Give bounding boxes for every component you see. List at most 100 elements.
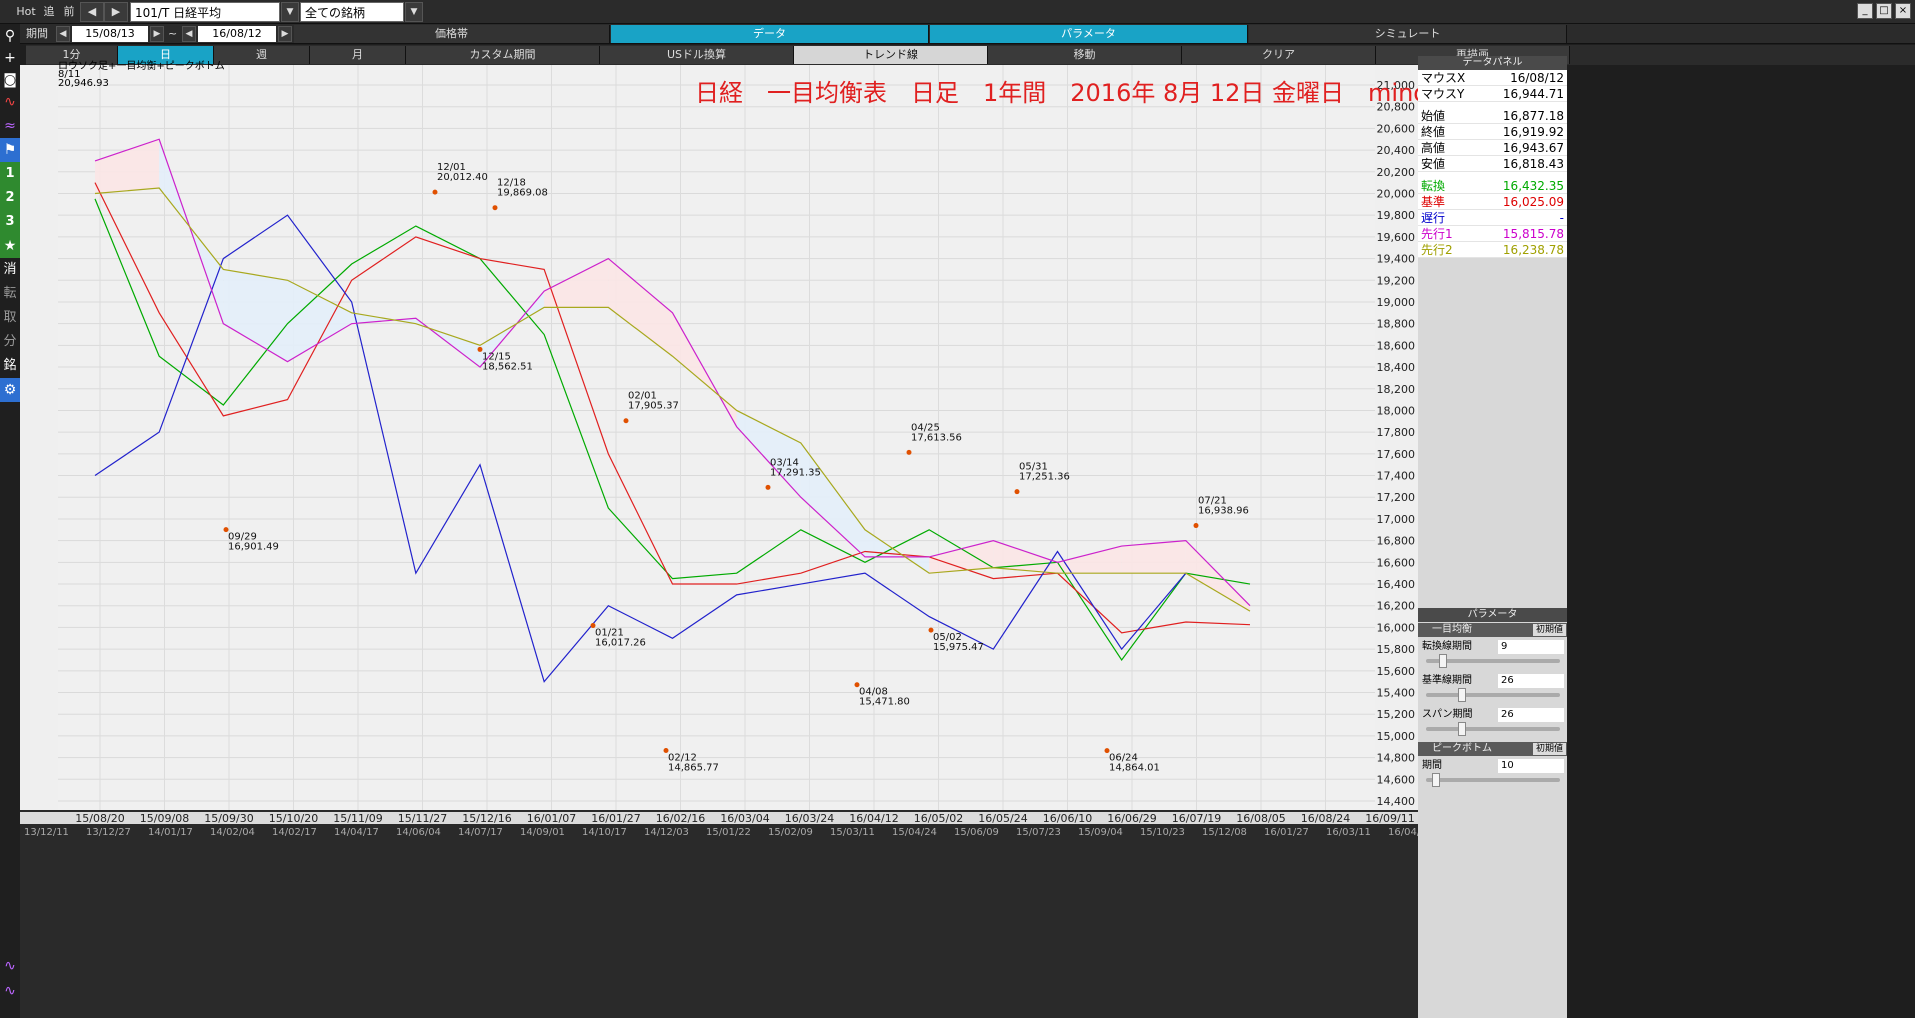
y-tick-label: 17,000 bbox=[1377, 513, 1416, 526]
data-panel: マウスX 16/08/12 マウスY 16,944.71 始値 16,877.18 終値 16… bbox=[1418, 70, 1567, 258]
chart-area[interactable]: 12/01 20,012.40 12/18 19,869.08 12/15 18,562.… bbox=[20, 61, 1480, 1018]
back-arrow-icon[interactable]: ◀ bbox=[80, 2, 104, 22]
universe-field[interactable]: 全ての銘柄 bbox=[300, 2, 404, 22]
kijun-label: 基準線期間 bbox=[1422, 675, 1472, 686]
kijun-slider-knob[interactable] bbox=[1457, 688, 1466, 702]
ichimoku-reset-button[interactable]: 初期値 bbox=[1532, 624, 1566, 636]
erase-button[interactable]: 消 bbox=[0, 258, 20, 282]
y-tick-label: 18,000 bbox=[1377, 404, 1416, 417]
flag-icon[interactable]: ⚑ bbox=[0, 138, 20, 162]
symbol-dropdown-icon[interactable]: ▼ bbox=[281, 2, 299, 22]
tab-custom-period[interactable]: カスタム期間 bbox=[406, 46, 600, 64]
peak-reset-button[interactable]: 初期値 bbox=[1532, 743, 1566, 755]
app-window: Hot 追 前 ◀ ▶ 101/T 日経平均 ▼ 全ての銘柄 ▼ _ □ × 期… bbox=[0, 0, 1915, 1018]
span-row: スパン期間 26 bbox=[1422, 708, 1564, 722]
line-chart-icon[interactable]: ∿ bbox=[0, 90, 20, 114]
dp-value: 16,944.71 bbox=[1502, 87, 1564, 101]
dp-row: 安値 16,818.43 bbox=[1418, 156, 1567, 172]
y-tick-label: 17,200 bbox=[1377, 491, 1416, 504]
to-prev-icon[interactable]: ◀ bbox=[182, 26, 196, 42]
y-tick-label: 18,800 bbox=[1377, 318, 1416, 331]
dp-row: 転換 16,432.35 bbox=[1418, 178, 1567, 194]
dp-label: 安値 bbox=[1421, 157, 1446, 171]
symbol-field[interactable]: 101/T 日経平均 bbox=[130, 2, 280, 22]
peak-period-slider[interactable] bbox=[1426, 773, 1560, 787]
dp-label: 高値 bbox=[1421, 141, 1446, 155]
peak-value-label: 16,017.26 bbox=[595, 638, 646, 649]
x-tick-label: 15/11/09 bbox=[333, 812, 382, 825]
y-tick-label: 19,400 bbox=[1377, 253, 1416, 266]
star-icon[interactable]: ★ bbox=[0, 234, 20, 258]
y-tick-label: 14,800 bbox=[1377, 752, 1416, 765]
dp-label: 遅行 bbox=[1421, 211, 1446, 225]
y-tick-label: 20,400 bbox=[1377, 144, 1416, 157]
close-icon[interactable]: × bbox=[1895, 3, 1911, 19]
stock-button[interactable]: 銘 bbox=[0, 354, 20, 378]
to-date-field[interactable]: 16/08/12 bbox=[198, 26, 276, 42]
dp-value: 16,877.18 bbox=[1502, 109, 1564, 123]
span-slider[interactable] bbox=[1426, 722, 1560, 736]
history-label: 14/06/04 bbox=[396, 827, 441, 838]
peak-bottom-section: ピークボトム 初期値 bbox=[1418, 742, 1567, 756]
tenkan-row: 転換線期間 9 bbox=[1422, 640, 1564, 654]
from-date-field[interactable]: 15/08/13 bbox=[72, 26, 148, 42]
kijun-slider[interactable] bbox=[1426, 688, 1560, 702]
tab-trendline[interactable]: トレンド線 bbox=[794, 46, 988, 64]
span-input[interactable]: 26 bbox=[1498, 708, 1564, 722]
universe-dropdown-icon[interactable]: ▼ bbox=[405, 2, 423, 22]
span-slider-knob[interactable] bbox=[1457, 722, 1466, 736]
tab-data[interactable]: データ bbox=[611, 25, 929, 43]
prev-button[interactable]: 前 bbox=[60, 2, 78, 22]
tab-monthly[interactable]: 月 bbox=[310, 46, 406, 64]
y-tick-label: 20,600 bbox=[1377, 122, 1416, 135]
tab-simulate[interactable]: シミュレート bbox=[1249, 25, 1567, 43]
history-label: 13/12/27 bbox=[86, 827, 131, 838]
take-button[interactable]: 取 bbox=[0, 306, 20, 330]
tab-parameters[interactable]: パラメータ bbox=[930, 25, 1248, 43]
chart-mini-2-icon[interactable]: ∿ bbox=[0, 979, 20, 1003]
peak-period-slider-knob[interactable] bbox=[1432, 773, 1441, 787]
gear-icon[interactable]: ⚙ bbox=[0, 378, 20, 402]
minimize-icon[interactable]: _ bbox=[1857, 3, 1873, 19]
history-label: 14/02/04 bbox=[210, 827, 255, 838]
maximize-icon[interactable]: □ bbox=[1876, 3, 1892, 19]
camera-icon[interactable]: ◙ bbox=[0, 68, 20, 92]
search-icon[interactable]: ⚲ bbox=[0, 24, 20, 48]
dp-value: 16,943.67 bbox=[1502, 141, 1564, 155]
dp-label: マウスX bbox=[1421, 71, 1466, 85]
tenkan-slider-knob[interactable] bbox=[1438, 654, 1447, 668]
y-tick-label: 14,600 bbox=[1377, 773, 1416, 786]
x-tick-label: 16/08/24 bbox=[1301, 812, 1350, 825]
tab-price-band[interactable]: 価格帯 bbox=[294, 25, 610, 43]
kijun-input[interactable]: 26 bbox=[1498, 674, 1564, 688]
preset-2-button[interactable]: 2 bbox=[0, 186, 20, 210]
tenkan-input[interactable]: 9 bbox=[1498, 640, 1564, 654]
hot-button[interactable]: Hot bbox=[14, 2, 38, 22]
forward-arrow-icon[interactable]: ▶ bbox=[104, 2, 128, 22]
split-button[interactable]: 分 bbox=[0, 330, 20, 354]
from-next-icon[interactable]: ▶ bbox=[150, 26, 164, 42]
tab-clear[interactable]: クリア bbox=[1182, 46, 1376, 64]
preset-3-button[interactable]: 3 bbox=[0, 210, 20, 234]
chart-mini-icon[interactable]: ∿ bbox=[0, 954, 20, 978]
tenkan-slider[interactable] bbox=[1426, 654, 1560, 668]
tab-usd-conversion[interactable]: USドル換算 bbox=[600, 46, 794, 64]
tab-weekly[interactable]: 週 bbox=[214, 46, 310, 64]
crosshair-icon[interactable]: + bbox=[0, 46, 20, 70]
tab-move[interactable]: 移動 bbox=[988, 46, 1182, 64]
preset-1-button[interactable]: 1 bbox=[0, 162, 20, 186]
history-label: 15/01/22 bbox=[706, 827, 751, 838]
peak-value-label: 17,291.35 bbox=[770, 467, 821, 478]
ichimoku-chart[interactable]: 12/0120,012.4012/1819,869.0812/1518,562.… bbox=[20, 65, 1418, 1018]
y-tick-label: 15,600 bbox=[1377, 665, 1416, 678]
follow-button[interactable]: 追 bbox=[40, 2, 58, 22]
to-next-icon[interactable]: ▶ bbox=[278, 26, 292, 42]
peak-value-label: 17,251.36 bbox=[1019, 472, 1070, 483]
transfer-button[interactable]: 転 bbox=[0, 282, 20, 306]
indicator-icon[interactable]: ≈ bbox=[0, 114, 20, 138]
history-label: 14/12/03 bbox=[644, 827, 689, 838]
history-label: 15/09/04 bbox=[1078, 827, 1123, 838]
from-prev-icon[interactable]: ◀ bbox=[56, 26, 70, 42]
x-tick-label: 15/08/20 bbox=[75, 812, 124, 825]
peak-period-input[interactable]: 10 bbox=[1498, 759, 1564, 773]
